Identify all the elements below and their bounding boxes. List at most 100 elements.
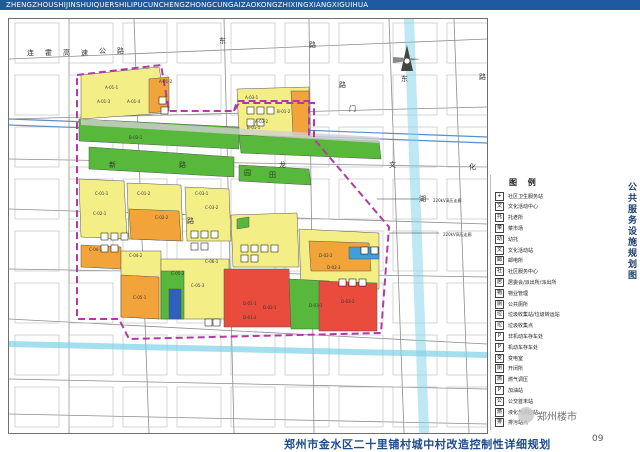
city-block	[446, 282, 487, 324]
legend-item: 邮邮电所	[495, 256, 523, 266]
legend-symbol-icon: 垃	[495, 321, 504, 331]
legend-symbol-icon: +	[495, 191, 504, 201]
land-parcel	[168, 288, 182, 320]
legend-symbol-icon: 厕	[495, 364, 504, 374]
legend-symbol-icon: 物	[495, 288, 504, 298]
city-block	[14, 386, 60, 428]
block-label: A-01-4	[127, 99, 141, 104]
city-block	[176, 74, 222, 116]
legend-symbol-icon: 幼	[495, 234, 504, 244]
legend-item: 居居委会/派出所/派出所	[495, 277, 556, 287]
city-block	[122, 386, 168, 428]
legend-label: 邮电所	[508, 258, 524, 265]
north-arrow-icon	[403, 57, 411, 65]
legend-symbol-icon: P	[495, 331, 504, 341]
river	[9, 341, 487, 358]
legend-label: 菜市场	[508, 225, 524, 232]
block-label: A-03-1	[245, 95, 259, 100]
facility-symbol	[370, 246, 379, 255]
block-label: B-01-2	[277, 109, 291, 114]
legend-label: 开闭所	[508, 366, 524, 373]
facility-symbol	[212, 318, 221, 327]
planning-map[interactable]: A-01-1 A-01-2 A-01-3 A-01-4 A-03-1 A-03-2 B-01…	[8, 18, 488, 434]
page-title: 郑州市金水区二十里铺村城中村改造控制性详细规划	[284, 438, 551, 451]
legend-symbol-icon: P	[495, 342, 504, 352]
block-label: C-02-2	[155, 215, 169, 220]
road-label: 连	[27, 48, 34, 57]
road-label: 文	[389, 160, 396, 169]
legend-symbol-icon: 文	[495, 245, 504, 255]
legend-symbol-icon: 变	[495, 353, 504, 363]
city-block	[446, 22, 487, 64]
watermark-text: 郑州楼市	[537, 411, 577, 423]
city-block	[122, 22, 168, 64]
facility-symbol	[270, 244, 279, 253]
road-label: 龙	[279, 160, 286, 169]
legend-item: 菜菜市场	[495, 223, 523, 233]
facility-symbol	[338, 278, 347, 287]
legend-label: 机动车存车处	[508, 344, 539, 351]
city-block	[230, 178, 276, 220]
road-label: 高	[63, 48, 70, 57]
map-canvas: A-01-1A-01-2A-01-3 A-01-4A-03-1A-03-2B-01…	[9, 19, 487, 433]
road-label: 田	[269, 171, 276, 179]
road-label: 化	[469, 162, 476, 171]
city-block	[446, 74, 487, 116]
city-block	[446, 230, 487, 272]
city-block	[68, 22, 114, 64]
city-block	[14, 334, 60, 376]
legend-label: 公共厕所	[508, 301, 529, 308]
city-block	[68, 334, 114, 376]
facility-symbol	[246, 106, 255, 115]
facility-symbol	[260, 244, 269, 253]
legend-item: P 加油站	[495, 385, 523, 395]
legend-item: 燃燃气调压	[495, 375, 528, 385]
road-line	[308, 19, 315, 433]
facility-symbol	[240, 254, 249, 263]
city-block	[284, 334, 330, 376]
land-parcel	[128, 208, 182, 242]
city-block	[176, 386, 222, 428]
legend-symbol-icon: 社	[495, 267, 504, 277]
block-label: D-02-1	[263, 305, 277, 310]
legend-symbol-icon: 文	[495, 202, 504, 212]
road-line	[9, 413, 487, 425]
vertical-title: 公共服务设施规划图	[626, 182, 636, 281]
block-label: D-02-2	[319, 253, 333, 258]
facility-symbol	[120, 232, 129, 241]
road-label: 湖	[419, 194, 426, 203]
hv-corridor-label: 220kV高压走廊	[443, 231, 472, 237]
road-label: 霍	[45, 49, 52, 57]
road-label: 门	[349, 104, 356, 113]
city-block	[230, 22, 276, 64]
land-parcel	[78, 178, 128, 240]
wechat-icon	[518, 407, 534, 423]
city-block	[446, 386, 487, 428]
facility-symbol	[266, 106, 275, 115]
legend-label: 变电室	[508, 355, 524, 362]
block-label: D-02-3	[327, 265, 341, 270]
facility-symbol	[190, 230, 199, 239]
block-label: A-01-1	[105, 85, 119, 90]
block-label: C-04-1	[89, 247, 103, 252]
legend-label: 物业管理	[508, 290, 529, 297]
block-label: C-05-3	[191, 283, 205, 288]
road-label: 东	[219, 36, 226, 45]
legend-item: 文文化活动站	[495, 245, 533, 255]
legend-symbol-icon: 公	[495, 396, 504, 406]
legend-item: 文文化活动中心	[495, 202, 538, 212]
facility-symbol	[240, 244, 249, 253]
city-block	[14, 230, 60, 272]
legend-item: 社社区服务中心	[495, 267, 538, 277]
legend-label: 社区服务中心	[508, 269, 539, 276]
legend-symbol-icon: 居	[495, 277, 504, 287]
city-block	[14, 74, 60, 116]
city-block	[338, 22, 384, 64]
road-label: 新	[109, 160, 116, 169]
header-strip: ZHENGZHOUSHIJINSHUIQUERSHILIPUCUNCHENGZH…	[0, 0, 640, 10]
facility-symbol	[190, 242, 199, 251]
city-block	[14, 178, 60, 220]
legend-item: P 非机动车存车处	[495, 331, 543, 341]
legend-item: 托托老所	[495, 213, 523, 223]
legend-symbol-icon: 邮	[495, 256, 504, 266]
